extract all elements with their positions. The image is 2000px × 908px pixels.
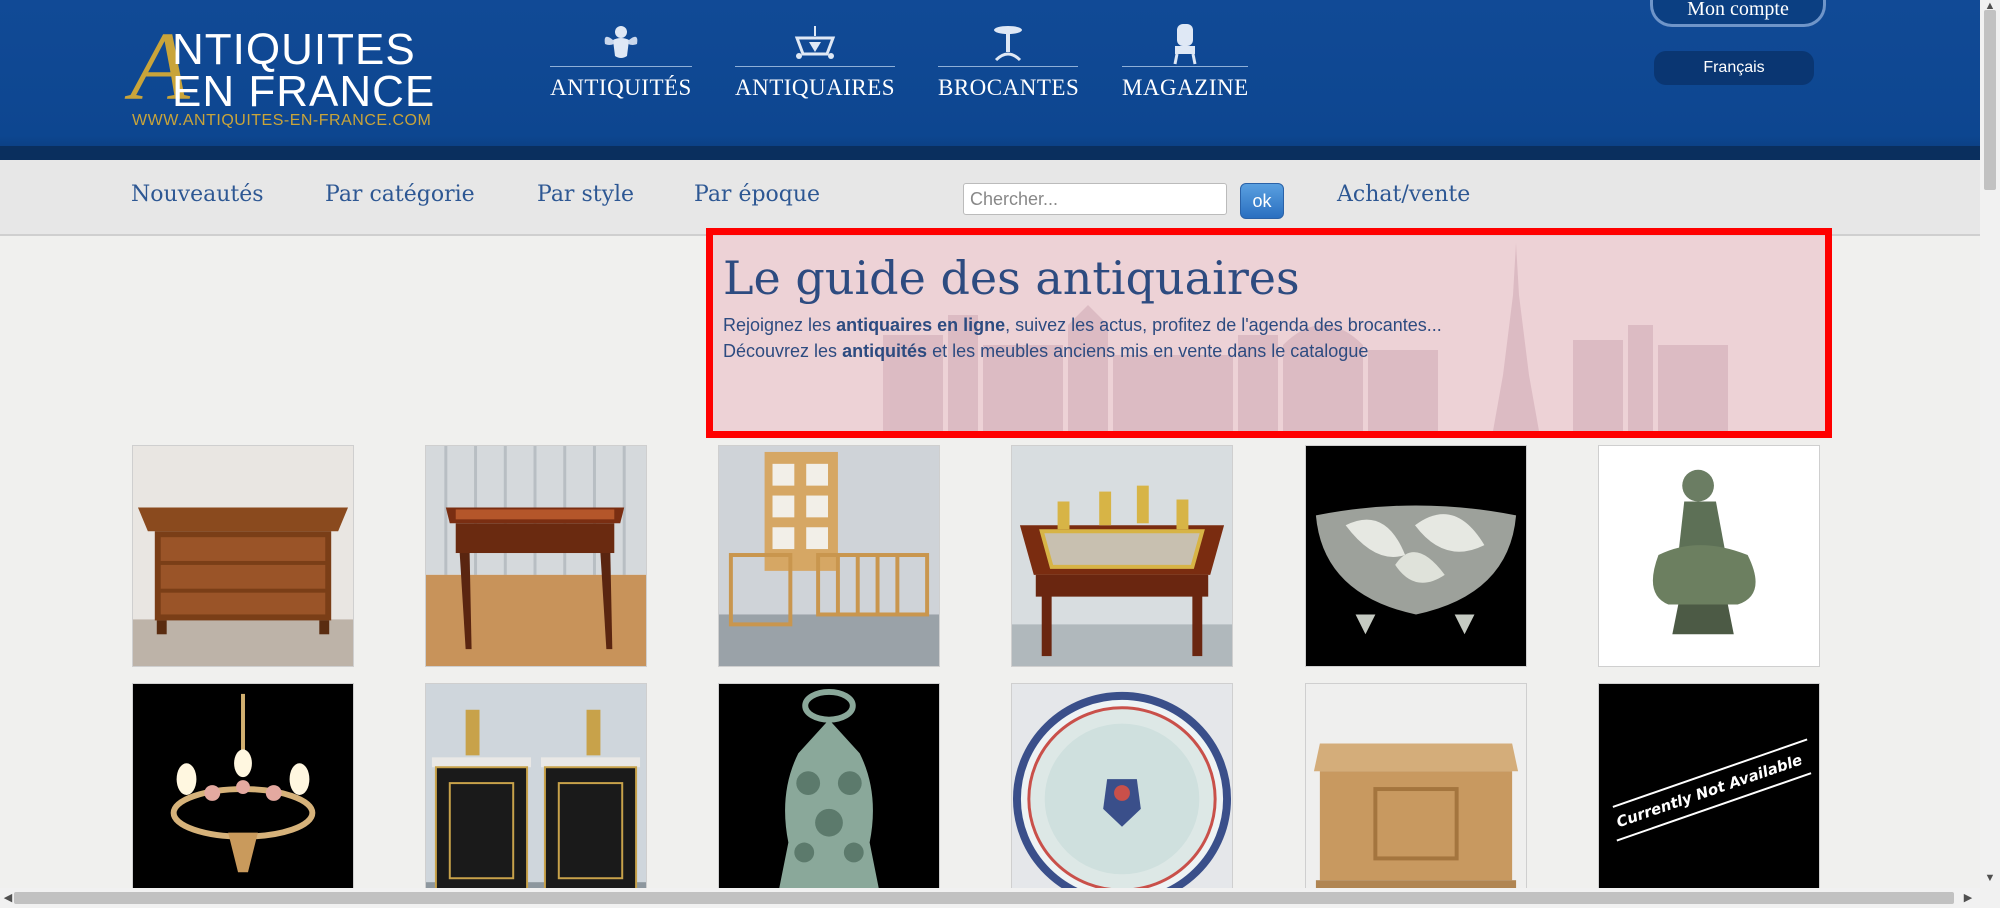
nav-label: ANTIQUAIRES — [735, 75, 896, 100]
guide-banner: Le guide des antiquaires Rejoignez les a… — [706, 228, 1832, 438]
porcelain-platter-image — [1012, 684, 1232, 904]
scroll-up-arrow-icon[interactable]: ▲ — [1984, 0, 1996, 12]
chandelier-icon — [794, 26, 836, 59]
pedestal-table-icon — [994, 26, 1022, 62]
guide-title: Le guide des antiquaires — [723, 251, 1300, 305]
search-input[interactable] — [963, 183, 1227, 215]
product-thumbnail-bamboo-furniture[interactable] — [718, 445, 940, 667]
writing-desk-image — [426, 446, 646, 666]
guide-intro-line: Rejoignez les antiquaires en ligne, suiv… — [723, 315, 1442, 336]
scroll-left-arrow-icon[interactable]: ◀ — [2, 892, 14, 904]
armchair-icon — [1173, 24, 1197, 65]
logo-text-line2: EN FRANCE — [172, 67, 436, 116]
oak-chest-image — [1306, 684, 1526, 904]
scroll-down-arrow-icon[interactable]: ▼ — [1984, 872, 1996, 884]
site-logo[interactable]: A NTIQUITES EN FRANCE WWW.ANTIQUITES-EN-… — [130, 18, 450, 134]
pair-of-cabinets-image — [426, 684, 646, 904]
product-thumbnail-chandelier[interactable] — [132, 683, 354, 905]
commode-image — [133, 446, 353, 666]
nav-divider — [1122, 66, 1248, 67]
product-thumbnail-unavailable[interactable]: Currently Not Available — [1598, 683, 1820, 905]
scroll-right-arrow-icon[interactable]: ▶ — [1962, 892, 1974, 904]
nav-magazine[interactable]: MAGAZINE — [1122, 22, 1248, 101]
product-thumbnail-pair-of-cabinets[interactable] — [425, 683, 647, 905]
nav-divider — [938, 66, 1078, 67]
antiquites-link[interactable]: antiquités — [842, 341, 927, 361]
gilt-table-image — [1012, 446, 1232, 666]
product-thumbnail-bronze-figurine[interactable] — [1598, 445, 1820, 667]
product-thumbnail-oak-chest[interactable] — [1305, 683, 1527, 905]
chandelier-image — [133, 684, 353, 904]
not-available-placeholder: Currently Not Available — [1599, 684, 1819, 904]
guide-line1-pre: Rejoignez les — [723, 315, 837, 335]
guide-catalogue-line: Découvrez les antiquités et les meubles … — [723, 341, 1368, 362]
subnav-par-epoque[interactable]: Par époque — [694, 182, 820, 207]
search-submit-button[interactable]: ok — [1240, 183, 1284, 219]
bronze-figurine-image — [1599, 446, 1819, 666]
product-thumbnail-porcelain-platter[interactable] — [1011, 683, 1233, 905]
nav-divider — [550, 66, 692, 67]
product-thumbnail-writing-desk[interactable] — [425, 445, 647, 667]
header-bottom-strip — [0, 146, 1980, 160]
guide-line2-post: et les meubles anciens mis en vente dans… — [927, 341, 1369, 361]
nav-divider — [735, 66, 895, 67]
product-thumbnail-glass-bowl[interactable] — [1305, 445, 1527, 667]
horizontal-scrollbar-thumb[interactable] — [14, 892, 1954, 904]
bamboo-furniture-image — [719, 446, 939, 666]
product-thumbnail-commode[interactable] — [132, 445, 354, 667]
antiquaires-en-ligne-link[interactable]: antiquaires en ligne — [836, 315, 1005, 335]
nav-label: ANTIQUITÉS — [550, 75, 692, 100]
nav-antiquaires[interactable]: ANTIQUAIRES — [735, 22, 895, 101]
cast-iron-ornament-image — [719, 684, 939, 904]
guide-line2-pre: Découvrez les — [723, 341, 843, 361]
product-thumbnail-cast-iron-ornament[interactable] — [718, 683, 940, 905]
subnav-par-style[interactable]: Par style — [537, 182, 634, 207]
vertical-scrollbar-thumb[interactable] — [1984, 10, 1996, 190]
subnav-nouveautes[interactable]: Nouveautés — [131, 182, 264, 207]
product-thumbnail-gilt-table[interactable] — [1011, 445, 1233, 667]
logo-url: WWW.ANTIQUITES-EN-FRANCE.COM — [132, 112, 432, 129]
language-selector[interactable]: Français — [1654, 51, 1814, 85]
nav-label: BROCANTES — [938, 75, 1080, 100]
guide-line1-post: , suivez les actus, profitez de l'agenda… — [1005, 315, 1442, 335]
logo-text-line1: NTIQUITES — [172, 25, 416, 74]
subnav-achat-vente[interactable]: Achat/vente — [1337, 182, 1470, 207]
nav-brocantes[interactable]: BROCANTES — [938, 22, 1080, 101]
glass-bowl-image — [1306, 446, 1526, 666]
nav-label: MAGAZINE — [1122, 75, 1249, 100]
my-account-button[interactable]: Mon compte — [1650, 0, 1826, 27]
nav-antiquites[interactable]: ANTIQUITÉS — [550, 22, 692, 101]
cherub-icon — [604, 26, 638, 58]
subnav-par-categorie[interactable]: Par catégorie — [325, 182, 475, 207]
